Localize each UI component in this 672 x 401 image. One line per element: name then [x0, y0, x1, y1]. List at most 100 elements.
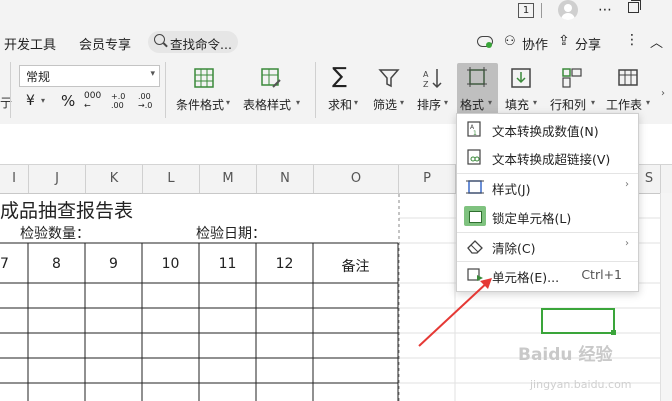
rows-cols-label: 行和列: [550, 98, 587, 112]
worksheet-label: 工作表: [606, 98, 643, 112]
page-badge[interactable]: 1: [518, 3, 534, 18]
chevron-down-icon: ▾: [150, 69, 155, 79]
menu-item-clear[interactable]: 清除(C) ›: [457, 232, 638, 260]
chevron-down-icon: ▾: [226, 98, 231, 107]
column-header[interactable]: J: [29, 165, 86, 193]
sort-button[interactable]: AZ 排序 ▾: [416, 64, 454, 116]
menu-item-label: 文本转换成超链接(V): [492, 152, 611, 167]
fill-label: 填充: [505, 98, 530, 112]
table-header-cell: 8: [52, 256, 61, 272]
table-header-cell: 11: [218, 256, 237, 272]
menu-item-label: 锁定单元格(L): [492, 211, 572, 226]
format-button[interactable]: 格式 ▾: [457, 63, 498, 116]
chevron-down-icon: ▾: [488, 98, 493, 107]
chevron-down-icon: ▾: [591, 98, 596, 107]
menu-bar: 开发工具 会员专享 查找命令... ⚇ 协作 ⇪ 分享 ⋮ ︿: [0, 24, 672, 58]
worksheet-button[interactable]: 工作表 ▾: [605, 64, 655, 116]
table-header-cell: 备注: [341, 259, 370, 275]
number-format-select[interactable]: 常规 ▾: [19, 65, 160, 87]
column-header[interactable]: M: [200, 165, 257, 193]
ribbon-separator: [315, 62, 316, 118]
column-header[interactable]: I: [0, 165, 29, 193]
share-button[interactable]: 分享: [575, 34, 601, 53]
collapse-ribbon-icon[interactable]: ︿: [650, 32, 663, 51]
ribbon-separator: [10, 62, 11, 118]
chevron-down-icon: ▾: [533, 98, 538, 107]
column-header[interactable]: N: [257, 165, 314, 193]
menu-item-lock-cell[interactable]: 锁定单元格(L): [457, 202, 638, 230]
inspection-date-label: 检验日期：: [196, 226, 266, 242]
annotation-arrow: [418, 278, 492, 347]
menu-item-member[interactable]: 会员专享: [79, 34, 131, 53]
svg-text:A: A: [423, 70, 429, 79]
table-style-button[interactable]: 表格样式 ▾: [243, 64, 305, 116]
table-style-icon: [261, 68, 281, 88]
chevron-down-icon: ▾: [354, 98, 359, 107]
fill-icon: [511, 68, 531, 88]
percent-button[interactable]: %: [61, 92, 75, 110]
svg-text:Z: Z: [423, 80, 429, 89]
rows-cols-button[interactable]: 行和列 ▾: [549, 64, 599, 116]
filter-icon: [378, 69, 400, 88]
search-label: 查找命令...: [170, 37, 232, 52]
eraser-icon: [467, 240, 483, 254]
column-header[interactable]: P: [399, 165, 456, 193]
ribbon-scroll-right-icon[interactable]: ›: [661, 88, 665, 99]
column-header[interactable]: S: [638, 165, 661, 193]
more-vert-icon[interactable]: ⋮: [625, 32, 639, 48]
column-header[interactable]: K: [86, 165, 143, 193]
vertical-scrollbar[interactable]: [660, 193, 672, 401]
filter-button[interactable]: 筛选 ▾: [372, 64, 410, 116]
more-icon[interactable]: ⋯: [598, 2, 612, 18]
chevron-down-icon: ▾: [646, 98, 651, 107]
menu-item-label: 单元格(E)...: [492, 270, 560, 285]
conditional-format-icon: [194, 68, 214, 88]
divider-icon: [541, 3, 542, 18]
chevron-down-icon: ▾: [400, 98, 405, 107]
chevron-down-icon: ▾: [296, 98, 301, 107]
table-header-cell: 12: [275, 256, 294, 272]
format-dropdown-menu: A1 文本转换成数值(N) 文本转换成超链接(V) 样式(J) › 锁定单元格(…: [456, 113, 639, 292]
search-command[interactable]: 查找命令...: [148, 31, 238, 53]
sigma-icon: ∑: [332, 64, 347, 89]
watermark-sub: jingyan.baidu.com: [530, 378, 632, 391]
column-header[interactable]: O: [314, 165, 399, 193]
currency-dropdown-icon[interactable]: ▾: [41, 96, 45, 105]
menu-item-label: 文本转换成数值(N): [492, 124, 599, 139]
fill-button[interactable]: 填充 ▾: [504, 64, 544, 116]
svg-text:1: 1: [473, 130, 477, 137]
menu-item-developer[interactable]: 开发工具: [4, 34, 56, 53]
table-header-cell: 7: [0, 256, 9, 272]
menu-item-label: 清除(C): [492, 241, 536, 256]
filter-label: 筛选: [373, 98, 398, 112]
style-icon: [466, 180, 484, 194]
sum-button[interactable]: ∑ 求和 ▾: [326, 64, 362, 116]
watermark: Baidu 经验: [518, 345, 613, 365]
sum-label: 求和: [328, 98, 353, 112]
menu-item-text-to-number[interactable]: A1 文本转换成数值(N): [457, 115, 638, 143]
ribbon-separator: [165, 62, 166, 118]
decrease-decimal-button[interactable]: .00 →.0: [138, 92, 152, 110]
menu-item-text-to-hyperlink[interactable]: 文本转换成超链接(V): [457, 143, 638, 171]
title-bar: 1 ⋯: [0, 0, 672, 24]
sort-icon: AZ: [423, 69, 442, 89]
increase-decimal-button[interactable]: +.0.00: [111, 92, 125, 110]
collab-icon[interactable]: ⚇: [504, 34, 516, 49]
thousands-button[interactable]: 000 ←: [84, 92, 101, 111]
column-header[interactable]: L: [143, 165, 200, 193]
rows-cols-icon: [562, 68, 582, 88]
menu-item-style[interactable]: 样式(J) ›: [457, 173, 638, 201]
table-style-label: 表格样式: [243, 98, 292, 112]
share-icon[interactable]: ⇪: [558, 33, 570, 49]
avatar[interactable]: [558, 0, 578, 20]
submenu-arrow-icon: ›: [625, 179, 629, 190]
submenu-arrow-icon: ›: [625, 238, 629, 249]
text-to-number-icon: A1: [467, 121, 481, 137]
conditional-format-button[interactable]: 条件格式 ▾: [176, 64, 234, 116]
lock-cell-icon: [464, 206, 486, 226]
currency-button[interactable]: ¥: [26, 93, 35, 109]
text-to-link-icon: [467, 149, 481, 165]
conditional-format-label: 条件格式: [176, 98, 225, 112]
collab-button[interactable]: 协作: [522, 34, 548, 53]
sheet-title: 成品抽查报告表: [0, 200, 134, 222]
